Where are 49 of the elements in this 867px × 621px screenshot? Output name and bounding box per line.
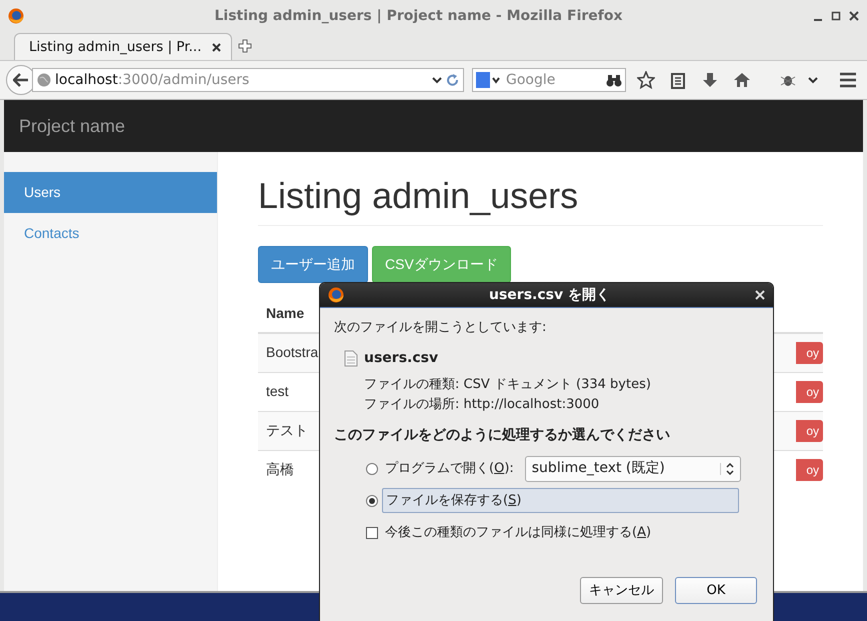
detail-value: http://localhost:3000 bbox=[464, 396, 600, 412]
dropdown-caret-icon[interactable] bbox=[432, 76, 442, 84]
document-icon bbox=[344, 350, 358, 366]
dropdown-caret-icon[interactable] bbox=[808, 76, 818, 84]
star-icon[interactable] bbox=[637, 71, 655, 89]
home-icon[interactable] bbox=[733, 71, 751, 89]
dialog-button[interactable]: キャンセル bbox=[580, 577, 663, 604]
destroy-button[interactable]: oy bbox=[796, 342, 823, 364]
globe-icon bbox=[37, 73, 51, 87]
close-icon[interactable] bbox=[212, 42, 221, 52]
destroy-button[interactable]: oy bbox=[796, 458, 823, 481]
url-text: localhost:3000/admin/users bbox=[55, 70, 250, 90]
new-tab-icon[interactable] bbox=[238, 39, 252, 53]
brand-link[interactable]: Project name bbox=[19, 112, 126, 140]
reload-icon[interactable] bbox=[446, 74, 459, 86]
clipboard-icon[interactable] bbox=[669, 71, 687, 89]
checkbox[interactable] bbox=[366, 526, 378, 538]
sidebar-item[interactable]: Users bbox=[4, 172, 217, 213]
option-label[interactable]: プログラムで開く(O): bbox=[382, 456, 517, 480]
radio-button[interactable] bbox=[366, 462, 378, 474]
page-heading: Listing admin_users bbox=[258, 174, 823, 226]
firefox-logo-icon bbox=[8, 8, 24, 24]
download-icon[interactable] bbox=[701, 71, 719, 89]
radio-button[interactable] bbox=[366, 494, 378, 506]
address-bar[interactable]: localhost:3000/admin/users bbox=[32, 68, 464, 92]
detail-label: ファイルの場所: bbox=[364, 396, 460, 412]
action-button[interactable]: ユーザー追加 bbox=[258, 246, 368, 284]
tab-title: Listing admin_users | Pr... bbox=[29, 38, 202, 57]
menu-icon[interactable] bbox=[839, 72, 857, 88]
binoculars-icon[interactable] bbox=[606, 73, 622, 87]
search-bar[interactable]: Google bbox=[472, 68, 626, 92]
maximize-icon[interactable] bbox=[831, 11, 841, 21]
search-input[interactable]: Google bbox=[506, 70, 602, 90]
browser-tab[interactable]: Listing admin_users | Pr... bbox=[14, 33, 232, 60]
program-select[interactable]: sublime_text (既定) bbox=[524, 456, 741, 482]
sidebar-item[interactable]: Contacts bbox=[4, 213, 217, 254]
file-name: users.csv bbox=[364, 348, 438, 368]
destroy-button[interactable]: oy bbox=[796, 380, 823, 403]
updown-caret-icon bbox=[726, 462, 734, 474]
dialog-button[interactable]: OK bbox=[675, 577, 757, 604]
search-engine-icon[interactable] bbox=[476, 72, 502, 88]
window-title: Listing admin_users | Project name - Mozilla Firefox bbox=[213, 6, 624, 26]
back-arrow-icon bbox=[13, 73, 29, 87]
destroy-button[interactable]: oy bbox=[796, 420, 823, 442]
close-icon[interactable] bbox=[849, 11, 859, 21]
option-label[interactable]: ファイルを保存する(S) bbox=[382, 488, 739, 514]
checkbox-label[interactable]: 今後この種類のファイルは同様に処理する(A) bbox=[382, 520, 654, 544]
detail-label: ファイルの種類: bbox=[364, 376, 460, 392]
firefox-logo-icon bbox=[328, 287, 344, 303]
